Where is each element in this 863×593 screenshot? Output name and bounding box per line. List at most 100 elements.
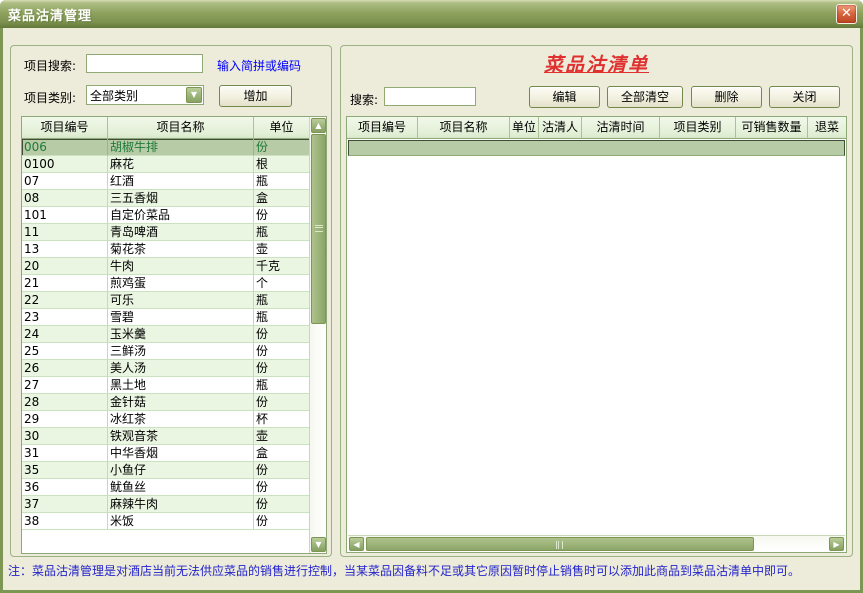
- delete-button[interactable]: 删除: [691, 86, 762, 108]
- table-cell: 千克: [254, 258, 310, 275]
- selected-empty-row[interactable]: [348, 140, 845, 156]
- table-cell: 牛肉: [108, 258, 254, 275]
- table-row[interactable]: 006胡椒牛排份: [22, 139, 310, 156]
- add-button[interactable]: 增加: [219, 85, 292, 107]
- table-cell: 36: [22, 479, 108, 496]
- titlebar[interactable]: 菜品沽清管理 ✕: [0, 0, 863, 28]
- table-cell: 米饭: [108, 513, 254, 530]
- column-header[interactable]: 可销售数量: [736, 117, 808, 139]
- table-row[interactable]: 28金针菇份: [22, 394, 310, 411]
- scrollbar-thumb[interactable]: [311, 134, 326, 324]
- item-search-input[interactable]: [86, 54, 203, 73]
- table-cell: 菊花茶: [108, 241, 254, 258]
- table-cell: 红酒: [108, 173, 254, 190]
- table-cell: 瓶: [254, 173, 310, 190]
- table-cell: 盒: [254, 190, 310, 207]
- table-cell: 麻花: [108, 156, 254, 173]
- table-row[interactable]: 31中华香烟盒: [22, 445, 310, 462]
- table-cell: 21: [22, 275, 108, 292]
- column-header[interactable]: 单位: [510, 117, 539, 139]
- scroll-down-icon[interactable]: ▼: [311, 537, 326, 552]
- close-icon[interactable]: ✕: [836, 4, 857, 24]
- table-cell: 24: [22, 326, 108, 343]
- table-row[interactable]: 37麻辣牛肉份: [22, 496, 310, 513]
- table-cell: 38: [22, 513, 108, 530]
- table-cell: 份: [254, 479, 310, 496]
- table-row[interactable]: 0100麻花根: [22, 156, 310, 173]
- table-cell: 37: [22, 496, 108, 513]
- column-header[interactable]: 项目名称: [418, 117, 510, 139]
- table-row[interactable]: 23雪碧瓶: [22, 309, 310, 326]
- table-row[interactable]: 27黑土地瓶: [22, 377, 310, 394]
- edit-button[interactable]: 编辑: [529, 86, 600, 108]
- table-cell: 冰红茶: [108, 411, 254, 428]
- vertical-scrollbar[interactable]: ▲ ▼: [309, 117, 326, 553]
- table-row[interactable]: 24玉米羹份: [22, 326, 310, 343]
- table-cell: 27: [22, 377, 108, 394]
- table-row[interactable]: 08三五香烟盒: [22, 190, 310, 207]
- table-cell: 13: [22, 241, 108, 258]
- table-cell: 煎鸡蛋: [108, 275, 254, 292]
- table-cell: 101: [22, 207, 108, 224]
- table-row[interactable]: 36鱿鱼丝份: [22, 479, 310, 496]
- table-cell: 25: [22, 343, 108, 360]
- column-header[interactable]: 单位: [254, 117, 310, 139]
- horizontal-scrollbar[interactable]: ◀ ▶: [348, 535, 845, 551]
- table-row[interactable]: 29冰红茶杯: [22, 411, 310, 428]
- column-header[interactable]: 项目类别: [660, 117, 736, 139]
- scroll-left-icon[interactable]: ◀: [349, 537, 364, 551]
- table-row[interactable]: 20牛肉千克: [22, 258, 310, 275]
- table-cell: 35: [22, 462, 108, 479]
- column-header[interactable]: 退菜: [808, 117, 846, 139]
- scroll-up-icon[interactable]: ▲: [311, 118, 326, 133]
- table-row[interactable]: 35小鱼仔份: [22, 462, 310, 479]
- table-cell: 瓶: [254, 224, 310, 241]
- soldout-list-title: 菜品沽清单: [341, 50, 852, 77]
- table-row[interactable]: 22可乐瓶: [22, 292, 310, 309]
- table-cell: 青岛啤酒: [108, 224, 254, 241]
- column-header[interactable]: 沽清时间: [582, 117, 660, 139]
- table-row[interactable]: 30铁观音茶壶: [22, 428, 310, 445]
- table-row[interactable]: 101自定价菜品份: [22, 207, 310, 224]
- item-search-label: 项目搜索:: [24, 57, 76, 74]
- table-row[interactable]: 38米饭份: [22, 513, 310, 530]
- table-cell: 份: [254, 496, 310, 513]
- table-cell: 胡椒牛排: [108, 139, 254, 156]
- table-row[interactable]: 21煎鸡蛋个: [22, 275, 310, 292]
- table-cell: 份: [254, 139, 310, 156]
- search-input[interactable]: [384, 87, 476, 106]
- column-header[interactable]: 项目名称: [108, 117, 254, 139]
- table-cell: 份: [254, 513, 310, 530]
- table-cell: 金针菇: [108, 394, 254, 411]
- category-selected-value: 全部类别: [87, 87, 186, 104]
- table-cell: 杯: [254, 411, 310, 428]
- scrollbar-thumb[interactable]: [366, 537, 754, 551]
- table-cell: 瓶: [254, 309, 310, 326]
- table-cell: 006: [22, 139, 108, 156]
- chevron-down-icon[interactable]: ▼: [186, 87, 202, 103]
- table-cell: 瓶: [254, 377, 310, 394]
- soldout-table-header: 项目编号项目名称单位沽清人沽清时间项目类别可销售数量退菜: [347, 117, 846, 139]
- table-cell: 0100: [22, 156, 108, 173]
- clear-all-button[interactable]: 全部清空: [607, 86, 683, 108]
- table-row[interactable]: 26美人汤份: [22, 360, 310, 377]
- scroll-right-icon[interactable]: ▶: [829, 537, 844, 551]
- table-cell: 铁观音茶: [108, 428, 254, 445]
- category-select[interactable]: 全部类别 ▼: [86, 85, 204, 105]
- table-row[interactable]: 11青岛啤酒瓶: [22, 224, 310, 241]
- thumb-grip: [560, 541, 561, 549]
- table-row[interactable]: 25三鲜汤份: [22, 343, 310, 360]
- table-row[interactable]: 13菊花茶壶: [22, 241, 310, 258]
- table-cell: 23: [22, 309, 108, 326]
- table-cell: 瓶: [254, 292, 310, 309]
- soldout-list-panel: 菜品沽清单 搜索: 编辑 全部清空 删除 关闭 项目编号项目名称单位沽清人沽清时…: [340, 45, 853, 557]
- table-cell: 自定价菜品: [108, 207, 254, 224]
- column-header[interactable]: 沽清人: [539, 117, 582, 139]
- table-cell: 玉米羹: [108, 326, 254, 343]
- column-header[interactable]: 项目编号: [347, 117, 418, 139]
- table-cell: 08: [22, 190, 108, 207]
- table-row[interactable]: 07红酒瓶: [22, 173, 310, 190]
- close-button[interactable]: 关闭: [769, 86, 840, 108]
- column-header[interactable]: 项目编号: [22, 117, 108, 139]
- table-cell: 07: [22, 173, 108, 190]
